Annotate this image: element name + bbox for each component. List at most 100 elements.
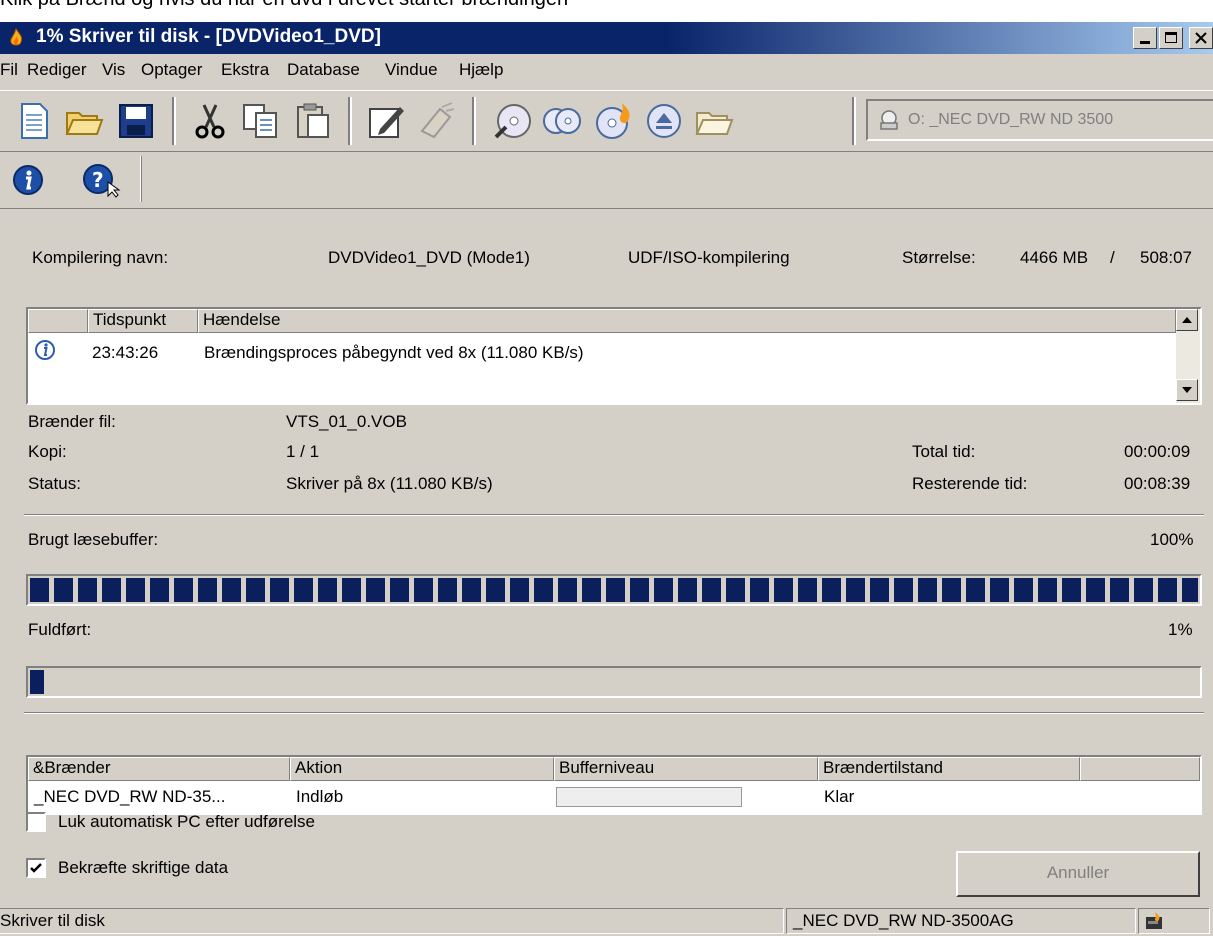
recorder-column-recorder[interactable]: &Brænder (28, 757, 290, 781)
log-event: Brændingsproces påbegyndt ved 8x (11.080… (204, 343, 584, 362)
paste-icon[interactable] (292, 101, 332, 141)
svg-text:?: ? (92, 168, 104, 192)
title-bar[interactable]: 1% Skriver til disk - [DVDVideo1_DVD] (0, 22, 1213, 54)
recorder-column-extra[interactable] (1080, 757, 1200, 781)
toolbar-separator (348, 97, 352, 145)
maximize-button[interactable] (1159, 27, 1183, 49)
event-log[interactable]: Tidspunkt Hændelse 23:43:26 Brændingspro… (26, 307, 1202, 405)
total-time-value: 00:00:09 (1124, 442, 1191, 461)
progress-chunk (414, 578, 433, 602)
menu-bar: Fil Rediger Vis Optager Ekstra Database … (0, 54, 1213, 88)
progress-chunk (798, 578, 817, 602)
total-time-label: Total tid: (912, 442, 976, 461)
log-column-time[interactable]: Tidspunkt (88, 309, 198, 333)
log-column-event[interactable]: Hændelse (198, 309, 1176, 333)
progress-chunk (534, 578, 553, 602)
recorder-table[interactable]: &Brænder Aktion Bufferniveau Brændertils… (26, 755, 1202, 815)
folder-icon[interactable] (694, 101, 734, 141)
toolbar-separator (140, 156, 142, 202)
section-divider (24, 514, 1204, 516)
recorder-buffer-level (556, 787, 742, 807)
progress-chunk (126, 578, 145, 602)
erase-icon[interactable] (416, 101, 456, 141)
progress-chunk (102, 578, 121, 602)
log-row[interactable]: 23:43:26 Brændingsproces påbegyndt ved 8… (28, 335, 1176, 369)
progress-chunk (894, 578, 913, 602)
progress-chunk (270, 578, 289, 602)
minimize-button[interactable] (1133, 27, 1157, 49)
completed-label: Fuldført: (28, 620, 92, 639)
size-separator: / (1110, 248, 1115, 267)
menu-ekstra[interactable]: Ekstra (221, 60, 269, 80)
cancel-button[interactable]: Annuller (956, 851, 1200, 897)
scroll-down-button[interactable] (1176, 379, 1198, 401)
progress-chunk (174, 578, 193, 602)
recorder-row[interactable]: _NEC DVD_RW ND-35... Indløb Klar (28, 783, 1200, 813)
progress-chunk (438, 578, 457, 602)
completed-progress-bar (26, 666, 1202, 698)
instruction-caption: Klik på Brænd og hvis du har en dvd i dr… (0, 0, 568, 11)
menu-vis[interactable]: Vis (102, 60, 125, 80)
disc-info-icon[interactable] (492, 101, 532, 141)
progress-chunk (1158, 578, 1177, 602)
remaining-time-label: Resterende tid: (912, 474, 1028, 493)
progress-chunk (582, 578, 601, 602)
progress-chunk (870, 578, 889, 602)
recorder-column-action[interactable]: Aktion (290, 757, 554, 781)
cut-icon[interactable] (190, 101, 230, 141)
menu-optager[interactable]: Optager (141, 60, 202, 80)
progress-chunk (774, 578, 793, 602)
scroll-up-button[interactable] (1176, 309, 1198, 331)
auto-shutdown-checkbox[interactable] (26, 812, 46, 832)
recorder-column-state[interactable]: Brændertilstand (818, 757, 1080, 781)
size-label: Størrelse: (902, 248, 976, 267)
progress-chunk (558, 578, 577, 602)
status-value: Skriver på 8x (11.080 KB/s) (286, 474, 493, 493)
menu-rediger[interactable]: Rediger (27, 60, 87, 80)
arrow-up-icon (1182, 317, 1192, 323)
menu-database[interactable]: Database (287, 60, 360, 80)
new-document-icon[interactable] (14, 101, 54, 141)
section-divider (24, 712, 1204, 714)
progress-chunk (654, 578, 673, 602)
progress-chunk (1038, 578, 1057, 602)
compilation-name-label: Kompilering navn: (32, 248, 169, 267)
drive-icon (880, 110, 898, 130)
completed-percent: 1% (1168, 620, 1193, 639)
statusbar-icon-panel (1138, 908, 1210, 934)
recorder-select[interactable]: O: _NEC DVD_RW ND 3500 (866, 99, 1213, 141)
info-icon[interactable] (12, 164, 44, 196)
burn-disc-icon[interactable] (594, 101, 634, 141)
help-icon[interactable]: ? (82, 162, 122, 198)
progress-chunk (846, 578, 865, 602)
progress-chunk (966, 578, 985, 602)
progress-chunk (918, 578, 937, 602)
auto-shutdown-label: Luk automatisk PC efter udførelse (58, 812, 316, 831)
minimize-icon (1140, 41, 1150, 44)
menu-fil[interactable]: Fil (0, 60, 18, 80)
save-icon[interactable] (116, 101, 156, 141)
write-compilation-icon[interactable] (366, 101, 406, 141)
progress-chunk (342, 578, 361, 602)
log-icon-column-header[interactable] (28, 309, 88, 333)
recorder-column-buffer[interactable]: Bufferniveau (554, 757, 818, 781)
copy-disc-icon[interactable] (542, 101, 582, 141)
progress-chunk (390, 578, 409, 602)
eject-disc-icon[interactable] (644, 101, 684, 141)
copy-icon[interactable] (240, 101, 280, 141)
close-button[interactable] (1189, 27, 1213, 49)
log-scrollbar[interactable] (1176, 309, 1200, 403)
toolbar-separator (472, 97, 476, 145)
menu-hjaelp[interactable]: Hjælp (459, 60, 503, 80)
remaining-time-value: 00:08:39 (1124, 474, 1191, 493)
open-folder-icon[interactable] (64, 101, 104, 141)
progress-chunk (606, 578, 625, 602)
verify-data-checkbox[interactable] (26, 858, 46, 878)
menu-vindue[interactable]: Vindue (385, 60, 438, 80)
progress-chunk (54, 578, 73, 602)
copy-label: Kopi: (28, 442, 67, 461)
log-time: 23:43:26 (92, 343, 159, 362)
maximize-icon (1165, 32, 1177, 43)
burn-status-icon (1146, 912, 1162, 929)
recorder-select-value: O: _NEC DVD_RW ND 3500 (908, 111, 1114, 128)
